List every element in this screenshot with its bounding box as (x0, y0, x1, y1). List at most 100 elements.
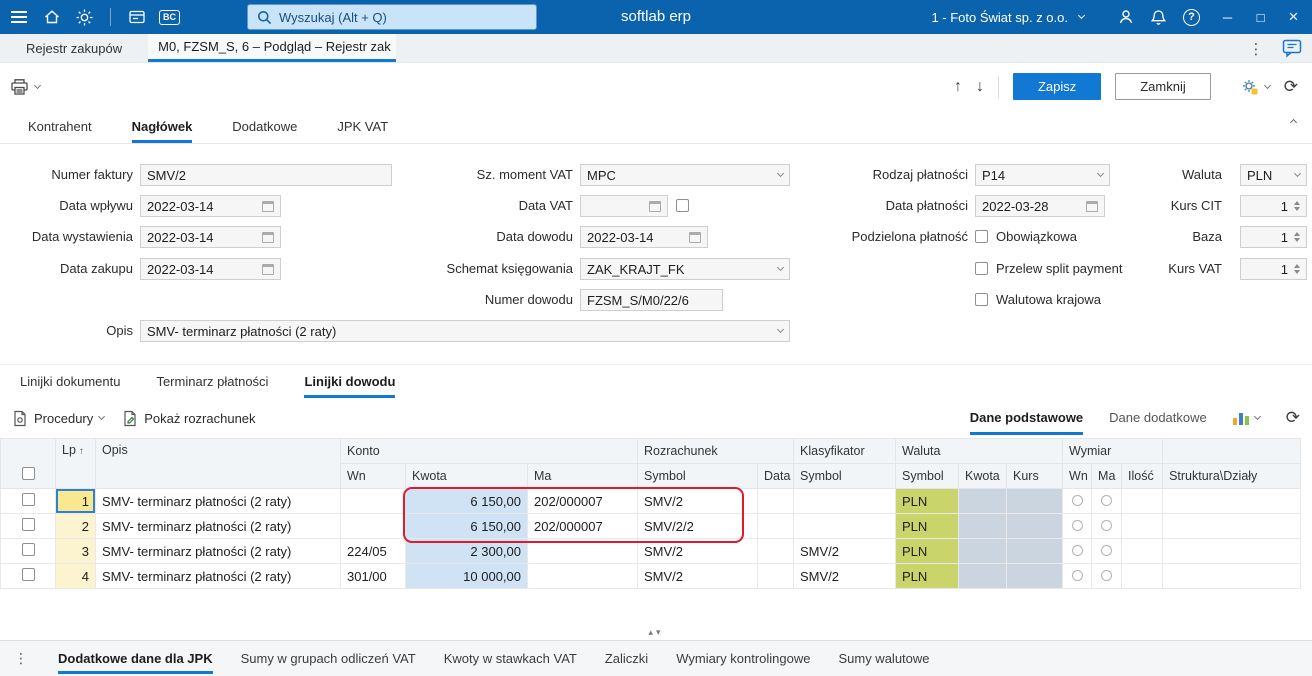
cell-rozrachunek-symbol[interactable]: SMV/2 (637, 488, 759, 514)
cell-ilosc[interactable] (1121, 538, 1164, 564)
tab-wymiary-kontrolingowe[interactable]: Wymiary kontrolingowe (676, 641, 810, 676)
cell-kurs[interactable] (1006, 513, 1064, 539)
tab-linijki-dowodu[interactable]: Linijki dowodu (304, 365, 396, 398)
cards-button[interactable] (120, 0, 153, 34)
tab-jpk-vat[interactable]: JPK VAT (337, 110, 388, 143)
cell-rozrachunek-symbol[interactable]: SMV/2 (637, 563, 759, 589)
cell-klasyfikator-symbol[interactable] (793, 513, 897, 539)
spinner-arrows-icon[interactable] (1294, 232, 1300, 242)
sz-moment-vat-select[interactable]: MPC (580, 164, 790, 186)
tab-rejestr-zakupow[interactable]: Rejestr zakupów (0, 34, 148, 62)
row-checkbox[interactable] (21, 493, 35, 506)
cell-data[interactable] (757, 513, 795, 539)
tab-linijki-dokumentu[interactable]: Linijki dokumentu (20, 365, 120, 398)
col-header-struktura[interactable]: Struktura\Działy (1162, 463, 1302, 489)
cell-kurs[interactable] (1006, 563, 1064, 589)
select-all-header[interactable] (0, 438, 56, 489)
schemat-ksiegowania-select[interactable]: ZAK_KRAJT_FK (580, 258, 790, 280)
col-header-waluta-symbol[interactable]: Symbol (895, 463, 960, 489)
cell-waluta-symbol[interactable]: PLN (895, 488, 960, 514)
wymiar-wn-radio[interactable] (1071, 569, 1083, 581)
cell-ilosc[interactable] (1121, 513, 1164, 539)
cell-klasyfikator-symbol[interactable]: SMV/2 (793, 563, 897, 589)
cell-rozrachunek-symbol[interactable]: SMV/2 (637, 538, 759, 564)
tab-sumy-walutowe[interactable]: Sumy walutowe (838, 641, 929, 676)
cell-wn[interactable] (340, 513, 406, 539)
kurs-cit-stepper[interactable]: 1 (1240, 195, 1307, 217)
navigate-up-button[interactable]: ↑ (954, 78, 962, 96)
cell-opis[interactable]: SMV- terminarz płatności (2 raty) (95, 488, 341, 514)
help-button[interactable]: ? (1175, 0, 1208, 34)
cell-lp[interactable]: 1 (55, 488, 96, 514)
close-document-button[interactable]: Zamknij (1115, 73, 1211, 100)
bc-button[interactable]: BC (153, 0, 186, 34)
wymiar-ma-radio[interactable] (1101, 494, 1113, 506)
data-zakupu-input[interactable]: 2022-03-14 (140, 258, 281, 280)
col-header-lp[interactable]: Lp ↑ (55, 438, 96, 489)
col-header-rozrachunek-symbol[interactable]: Symbol (637, 463, 759, 489)
print-button[interactable] (10, 78, 42, 96)
refresh-button[interactable]: ⟳ (1284, 77, 1298, 97)
data-wplywu-input[interactable]: 2022-03-14 (140, 195, 281, 217)
cell-wn[interactable]: 301/00 (340, 563, 406, 589)
col-header-waluta-kwota[interactable]: Kwota (958, 463, 1008, 489)
cell-data[interactable] (757, 563, 795, 589)
cell-ilosc[interactable] (1121, 563, 1164, 589)
collapse-panel-button[interactable] (1284, 114, 1302, 128)
cell-waluta-symbol[interactable]: PLN (895, 513, 960, 539)
cell-struktura[interactable] (1162, 563, 1302, 589)
obowiazkowa-checkbox[interactable] (975, 230, 988, 243)
col-header-kwota[interactable]: Kwota (405, 463, 528, 489)
minimize-button[interactable]: ─ (1211, 0, 1244, 34)
col-header-ma[interactable]: Ma (526, 463, 639, 489)
cell-struktura[interactable] (1162, 538, 1302, 564)
cell-kwota[interactable]: 6 150,00 (405, 488, 528, 514)
colgroup-klasyfikator[interactable]: Klasyfikator (793, 438, 897, 464)
waluta-select[interactable]: PLN (1240, 164, 1307, 186)
col-header-kurs[interactable]: Kurs (1006, 463, 1064, 489)
grid-refresh-button[interactable]: ⟳ (1286, 408, 1300, 428)
home-button[interactable] (35, 0, 68, 34)
cell-struktura[interactable] (1162, 513, 1302, 539)
spinner-arrows-icon[interactable] (1294, 264, 1300, 274)
data-wystawienia-input[interactable]: 2022-03-14 (140, 226, 281, 248)
wymiar-wn-radio[interactable] (1071, 494, 1083, 506)
cell-kwota[interactable]: 2 300,00 (405, 538, 528, 564)
tab-dane-podstawowe[interactable]: Dane podstawowe (969, 398, 1084, 438)
cell-lp[interactable]: 4 (55, 563, 96, 589)
baza-stepper[interactable]: 1 (1240, 226, 1307, 248)
data-vat-checkbox[interactable] (676, 199, 689, 212)
col-header-data[interactable]: Data (757, 463, 795, 489)
tab-naglowek[interactable]: Nagłówek (131, 110, 192, 143)
bottom-overflow-button[interactable]: ⋮ (12, 641, 30, 676)
cell-waluta-kwota[interactable] (958, 563, 1008, 589)
tab-dodatkowe-dane-jpk[interactable]: Dodatkowe dane dla JPK (58, 641, 213, 676)
save-button[interactable]: Zapisz (1012, 73, 1102, 100)
col-header-ilosc[interactable]: Ilość (1121, 463, 1164, 489)
cell-kwota[interactable]: 10 000,00 (405, 563, 528, 589)
cell-ma[interactable] (526, 538, 639, 564)
wymiar-wn-radio[interactable] (1071, 544, 1083, 556)
grid-settings-button[interactable] (1241, 78, 1271, 96)
numer-dowodu-input[interactable] (580, 289, 723, 311)
cell-ma[interactable] (526, 563, 639, 589)
colgroup-rozrachunek[interactable]: Rozrachunek (637, 438, 795, 464)
company-selector[interactable]: 1 - Foto Świat sp. z o.o. (931, 0, 1086, 34)
przelew-split-payment-checkbox[interactable] (975, 262, 988, 275)
tab-zaliczki[interactable]: Zaliczki (605, 641, 648, 676)
colgroup-waluta[interactable]: Waluta (895, 438, 1064, 464)
walutowa-krajowa-checkbox[interactable] (975, 293, 988, 306)
cell-opis[interactable]: SMV- terminarz płatności (2 raty) (95, 513, 341, 539)
cell-opis[interactable]: SMV- terminarz płatności (2 raty) (95, 563, 341, 589)
cell-lp[interactable]: 3 (55, 538, 96, 564)
numer-faktury-value[interactable] (147, 167, 385, 183)
cell-struktura[interactable] (1162, 488, 1302, 514)
colgroup-konto[interactable]: Konto (339, 438, 639, 464)
row-checkbox[interactable] (21, 568, 35, 581)
procedury-button[interactable]: Procedury (12, 410, 106, 427)
tab-active-document[interactable]: M0, FZSM_S, 6 – Podgląd – Rejestr zak (148, 34, 397, 62)
tab-dodatkowe[interactable]: Dodatkowe (232, 110, 297, 143)
tab-terminarz-platnosci[interactable]: Terminarz płatności (156, 365, 268, 398)
tab-overflow-button[interactable]: ⋮ (1244, 37, 1268, 61)
cell-ma[interactable]: 202/000007 (526, 513, 639, 539)
